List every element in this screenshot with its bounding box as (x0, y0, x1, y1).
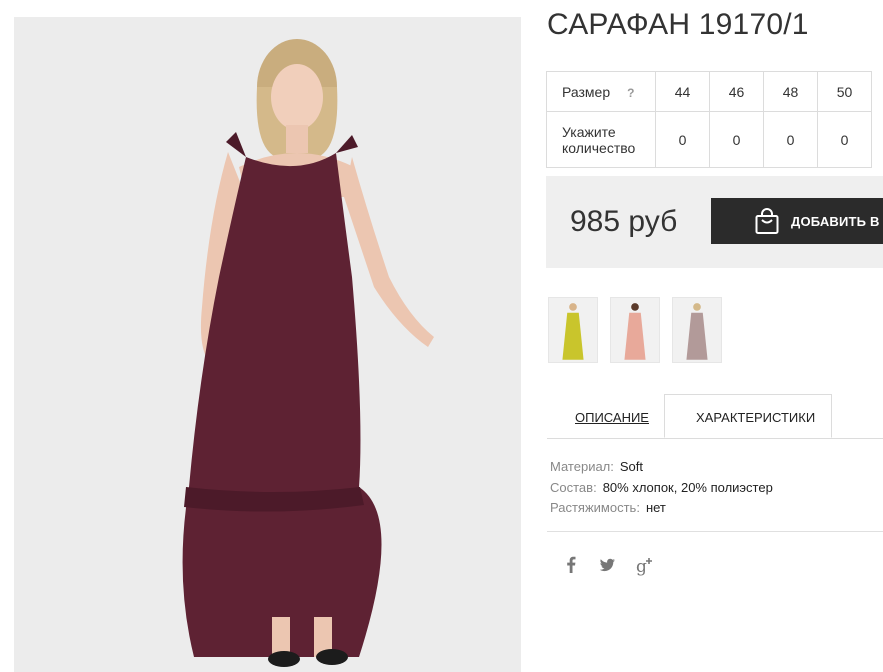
add-to-order-label: ДОБАВИТЬ В ЗАКАЗ (791, 214, 883, 229)
tabs-baseline (547, 438, 883, 439)
quantity-label-line1: Укажите (562, 123, 616, 140)
spec-value: Soft (619, 459, 644, 474)
tab-description-label: ОПИСАНИЕ (575, 410, 649, 425)
spec-row-composition: Состав: 80% хлопок, 20% полиэстер (550, 478, 773, 499)
size-option-48[interactable]: 48 (763, 71, 818, 112)
product-tabs: ОПИСАНИЕ ХАРАКТЕРИСТИКИ (547, 394, 883, 439)
spec-value: 80% хлопок, 20% полиэстер (602, 479, 773, 495)
tab-description[interactable]: ОПИСАНИЕ (547, 394, 664, 438)
thumbnail-yellow-image (549, 298, 597, 362)
size-option-50[interactable]: 50 (817, 71, 872, 112)
size-label-cell: Размер? (546, 71, 656, 112)
spec-row-stretch: Растяжимость: нет (550, 498, 773, 519)
add-to-order-button[interactable]: ДОБАВИТЬ В ЗАКАЗ (711, 198, 883, 244)
size-quantity-table: Размер? 44 46 48 50 Укажите количество 0… (546, 71, 872, 168)
spec-row-material: Материал: Soft (550, 457, 773, 478)
shopping-bag-icon (755, 208, 779, 234)
quantity-input-50[interactable]: 0 (817, 111, 872, 168)
product-title: САРАФАН 19170/1 (547, 8, 809, 41)
price: 985 руб (570, 205, 678, 238)
product-main-image[interactable] (14, 17, 521, 672)
quantity-input-46[interactable]: 0 (709, 111, 764, 168)
google-plus-share-link[interactable]: g (634, 553, 656, 577)
tab-characteristics-label: ХАРАКТЕРИСТИКИ (696, 410, 816, 425)
facebook-icon (567, 556, 576, 573)
size-option-44[interactable]: 44 (655, 71, 710, 112)
spec-key: Растяжимость: (550, 500, 640, 515)
spec-value: нет (645, 500, 666, 515)
quantity-input-48[interactable]: 0 (763, 111, 818, 168)
twitter-icon (599, 558, 615, 572)
size-label: Размер (562, 83, 611, 100)
thumbnail-yellow-dress[interactable] (548, 297, 598, 363)
svg-text:g: g (636, 557, 647, 577)
characteristics-list: Материал: Soft Состав: 80% хлопок, 20% пол… (550, 457, 773, 519)
price-panel: 985 руб ДОБАВИТЬ В ЗАКАЗ (546, 176, 883, 268)
facebook-share-link[interactable] (560, 553, 582, 577)
size-help-icon[interactable]: ? (627, 86, 634, 100)
model-dress-illustration (14, 17, 521, 672)
size-row: Размер? 44 46 48 50 (546, 71, 872, 112)
quantity-label: Укажите количество (546, 111, 656, 168)
thumbnail-pink-dress[interactable] (610, 297, 660, 363)
thumbnail-mauve-dress[interactable] (672, 297, 722, 363)
thumbnail-mauve-image (673, 298, 721, 362)
spec-key: Материал: (550, 459, 614, 474)
size-option-46[interactable]: 46 (709, 71, 764, 112)
google-plus-icon: g (636, 557, 652, 577)
quantity-input-44[interactable]: 0 (655, 111, 710, 168)
quantity-row: Укажите количество 0 0 0 0 (546, 111, 872, 168)
thumbnail-pink-image (611, 298, 659, 362)
specs-divider (547, 531, 883, 532)
twitter-share-link[interactable] (596, 553, 618, 577)
quantity-label-line2: количество (562, 139, 636, 156)
tab-characteristics[interactable]: ХАРАКТЕРИСТИКИ (664, 394, 832, 438)
spec-key: Состав: (550, 479, 597, 495)
